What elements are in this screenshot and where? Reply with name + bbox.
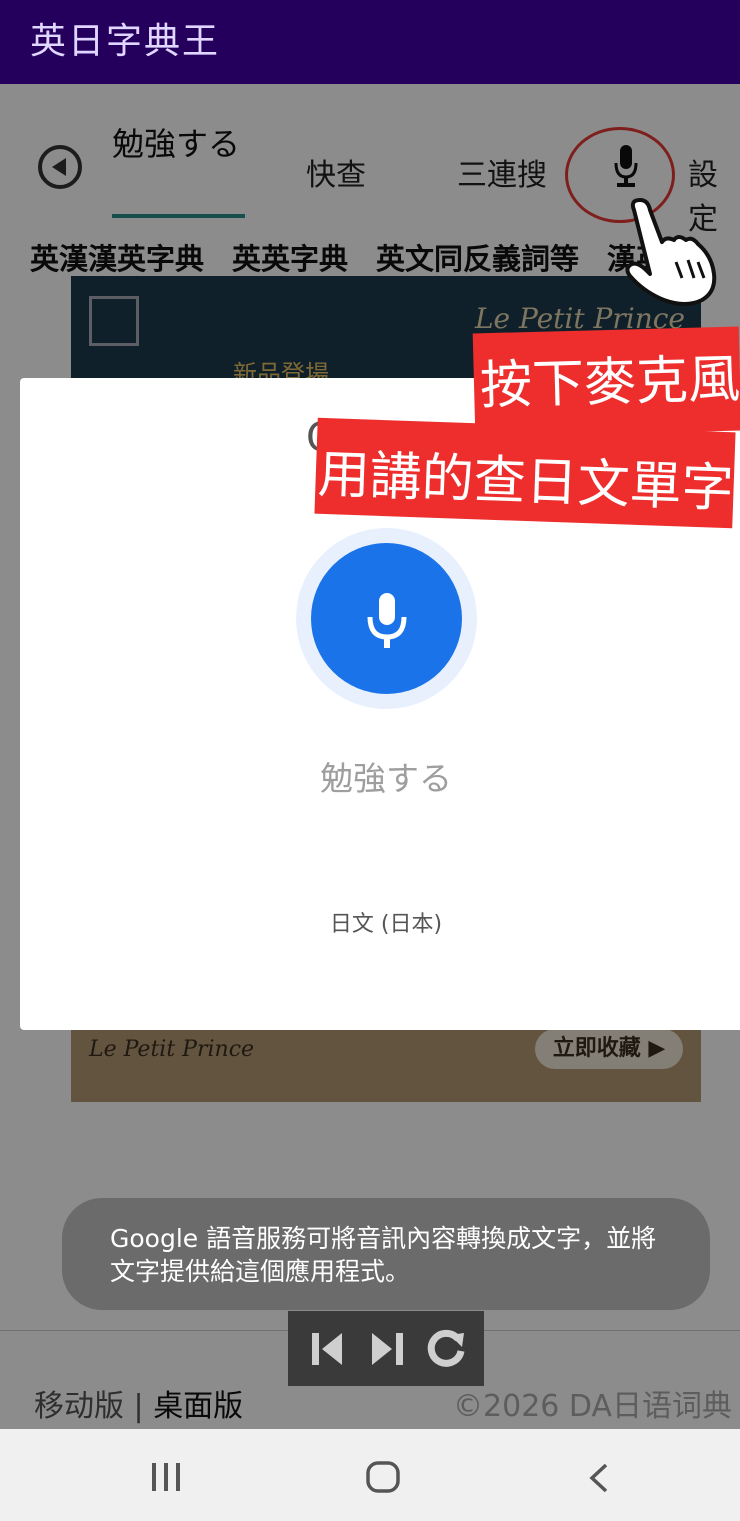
recognized-text: 勉強する (320, 759, 452, 798)
annotation-sticker-1: 按下麥克風 (472, 326, 740, 438)
nav-back-icon[interactable] (588, 1463, 610, 1493)
skip-next-icon[interactable] (370, 1333, 404, 1365)
toast-message: Google 語音服務可將音訊內容轉換成文字，並將文字提供給這個應用程式。 (62, 1198, 710, 1310)
microphone-icon (367, 593, 407, 648)
recents-icon[interactable] (150, 1463, 182, 1491)
system-nav-bar (0, 1429, 740, 1521)
app-title: 英日字典王 (30, 21, 221, 62)
refresh-icon[interactable] (426, 1329, 466, 1369)
voice-language[interactable]: 日文 (日本) (0, 906, 740, 938)
annotation-text-2: 用講的查日文單字 (316, 444, 735, 520)
voice-mic-button[interactable] (311, 543, 462, 694)
pointing-hand-icon (625, 198, 717, 306)
media-controls (288, 1311, 484, 1386)
annotation-text-1: 按下麥克風 (479, 349, 740, 417)
home-icon[interactable] (366, 1461, 400, 1493)
skip-previous-icon[interactable] (312, 1333, 346, 1365)
app-bar: 英日字典王 (0, 0, 740, 84)
annotation-sticker-2: 用講的查日文單字 (314, 417, 736, 529)
toast-text: Google 語音服務可將音訊內容轉換成文字，並將文字提供給這個應用程式。 (110, 1224, 657, 1286)
